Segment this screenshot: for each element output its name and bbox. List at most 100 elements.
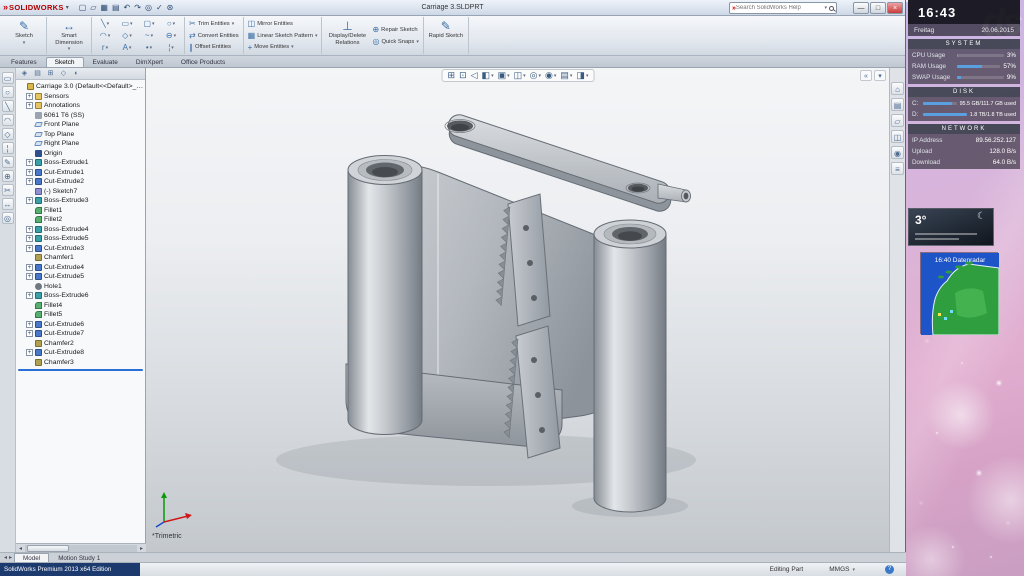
tree-item[interactable]: + Origin xyxy=(16,149,145,159)
dimxpert-manager-tab[interactable]: ◇ xyxy=(57,69,70,79)
expand-icon[interactable]: + xyxy=(26,263,33,271)
solidworks-menu[interactable]: » SOLIDWORKS ▾ xyxy=(3,3,69,13)
command-manager-tab[interactable]: DimXpert xyxy=(127,57,172,67)
expand-icon[interactable]: + xyxy=(26,292,33,300)
rollback-bar[interactable] xyxy=(18,369,143,371)
save-button[interactable]: ▦ xyxy=(98,1,110,14)
tree-horizontal-scrollbar[interactable]: ◂ ▸ xyxy=(16,543,146,552)
centerpoint-arc-icon[interactable]: ◠ ▾ xyxy=(94,30,116,42)
sketch-text-icon[interactable]: A ▾ xyxy=(116,42,138,54)
model-tab[interactable]: Motion Study 1 xyxy=(49,553,109,562)
tree-item[interactable]: + Cut-Extrude4 xyxy=(16,263,145,273)
scroll-right-icon[interactable]: ▸ xyxy=(137,545,146,552)
open-button[interactable]: ▱ xyxy=(88,1,98,14)
model-tab[interactable]: Model xyxy=(14,553,50,562)
smart-dimension-button[interactable]: ↔ Smart Dimension ▾ xyxy=(49,18,89,53)
tree-item[interactable]: + Fillet2 xyxy=(16,215,145,225)
point-icon[interactable]: • ▾ xyxy=(138,42,160,54)
viewport-options-button[interactable]: ▾ xyxy=(874,70,886,81)
ellipse-icon[interactable]: ⊖ ▾ xyxy=(160,30,182,42)
view-settings-icon[interactable]: ◨ ▾ xyxy=(574,70,590,81)
toolbar-dimension-icon[interactable]: ↔ xyxy=(1,198,14,210)
section-view-icon[interactable]: ◧ ▾ xyxy=(480,70,496,81)
maximize-button[interactable]: □ xyxy=(870,2,886,14)
toolbar-point-icon[interactable]: ⊕ xyxy=(1,170,14,182)
display-style-icon[interactable]: ◫ ▾ xyxy=(512,70,528,81)
print-button[interactable]: ▤ xyxy=(110,1,122,14)
rebuild-button[interactable]: ✓ xyxy=(154,1,165,14)
toolbar-arc-icon[interactable]: ◠ xyxy=(1,114,14,126)
tree-item[interactable]: + Boss-Extrude5 xyxy=(16,234,145,244)
tab-scroll-left-icon[interactable]: ◂ xyxy=(4,554,7,561)
tree-item[interactable]: + Chamfer2 xyxy=(16,339,145,349)
solidworks-resources-tab[interactable]: ⌂ xyxy=(891,82,904,95)
options-button[interactable]: ⊛ xyxy=(165,1,176,14)
minimize-button[interactable]: — xyxy=(853,2,869,14)
tree-item[interactable]: + Cut-Extrude6 xyxy=(16,320,145,330)
select-button[interactable]: ◎ xyxy=(143,1,154,14)
toolbar-trim-icon[interactable]: ✂ xyxy=(1,184,14,196)
tree-item[interactable]: + (-) Sketch7 xyxy=(16,187,145,197)
new-document-button[interactable]: ▢ xyxy=(77,1,89,14)
edit-appearance-icon[interactable]: ◉ ▾ xyxy=(543,70,558,81)
toolbar-rectangle-icon[interactable]: ▭ xyxy=(1,72,14,84)
expand-icon[interactable]: + xyxy=(26,349,33,357)
tree-item[interactable]: + Annotations xyxy=(16,101,145,111)
search-icon[interactable] xyxy=(829,5,834,11)
toolbar-circle-icon[interactable]: ○ xyxy=(1,86,14,98)
tree-item[interactable]: + Chamfer1 xyxy=(16,253,145,263)
repair-sketch-button[interactable]: ⊕ Repair Sketch xyxy=(370,24,420,36)
expand-icon[interactable]: + xyxy=(26,330,33,338)
scrollbar-thumb[interactable] xyxy=(27,544,69,552)
tree-item[interactable]: + Cut-Extrude3 xyxy=(16,244,145,254)
search-input[interactable] xyxy=(735,5,825,11)
weather-gadget[interactable]: 3° ☾ xyxy=(908,208,994,246)
expand-icon[interactable]: + xyxy=(26,178,33,186)
search-caret-icon[interactable]: ▾ xyxy=(824,5,827,11)
tree-item[interactable]: + Boss-Extrude6 xyxy=(16,291,145,301)
tree-item[interactable]: + Cut-Extrude5 xyxy=(16,272,145,282)
expand-icon[interactable]: + xyxy=(26,92,33,100)
sketch-fillet-icon[interactable]: r ▾ xyxy=(94,42,116,54)
offset-entities-button[interactable]: ∥ Offset Entities xyxy=(187,41,241,53)
undo-button[interactable]: ↶ xyxy=(122,1,133,14)
expand-icon[interactable]: + xyxy=(26,235,33,243)
view-orientation-icon[interactable]: ▣ ▾ xyxy=(496,70,512,81)
graphics-area[interactable]: ⊞ ▾ ⊡ ▾ ◁ ▾ xyxy=(146,68,890,552)
scroll-left-icon[interactable]: ◂ xyxy=(16,545,25,552)
command-manager-tab[interactable]: Sketch xyxy=(45,57,84,67)
tab-scroll-right-icon[interactable]: ▸ xyxy=(9,554,12,561)
collapse-taskpane-button[interactable]: « xyxy=(860,70,872,81)
expand-icon[interactable]: + xyxy=(26,244,33,252)
expand-icon[interactable]: + xyxy=(26,197,33,205)
zoom-to-area-icon[interactable]: ⊡ ▾ xyxy=(457,70,469,81)
help-search[interactable]: » ▾ xyxy=(729,2,837,14)
tree-item[interactable]: + Front Plane xyxy=(16,120,145,130)
tree-item[interactable]: + Boss-Extrude4 xyxy=(16,225,145,235)
tree-item[interactable]: + Cut-Extrude2 xyxy=(16,177,145,187)
zoom-to-fit-icon[interactable]: ⊞ ▾ xyxy=(446,70,458,81)
apply-scene-icon[interactable]: ▤ ▾ xyxy=(558,70,574,81)
desktop[interactable]: ds 16:43 Freitag 20.06.2015 SYSTEM CPU U… xyxy=(896,0,1024,576)
units-caret-icon[interactable]: ▾ xyxy=(852,567,855,573)
move-entities-button[interactable]: + Move Entities ▾ xyxy=(246,41,320,53)
display-delete-relations-button[interactable]: ⊥ Display/Delete Relations xyxy=(324,18,370,53)
display-manager-tab[interactable]: ◐ xyxy=(70,69,83,79)
toolbar-line-icon[interactable]: ╲ xyxy=(1,100,14,112)
tree-item[interactable]: + Boss-Extrude3 xyxy=(16,196,145,206)
centerline-icon[interactable]: ¦ ▾ xyxy=(160,42,182,54)
expand-icon[interactable]: + xyxy=(26,320,33,328)
sketch-button[interactable]: ✎ Sketch ▾ xyxy=(4,18,44,53)
tree-item[interactable]: + 6061 T6 (SS) xyxy=(16,111,145,121)
help-icon[interactable]: ? xyxy=(885,565,894,574)
sketch-line-icon[interactable]: ╲ ▾ xyxy=(94,18,116,30)
tree-item[interactable]: + Top Plane xyxy=(16,130,145,140)
quick-snaps-button[interactable]: ◎ Quick Snaps ▾ xyxy=(370,36,420,48)
design-library-tab[interactable]: ▤ xyxy=(891,98,904,111)
tree-item[interactable]: + Fillet5 xyxy=(16,310,145,320)
expand-icon[interactable]: + xyxy=(26,159,33,167)
convert-entities-button[interactable]: ⇄ Convert Entities xyxy=(187,30,241,42)
mirror-entities-button[interactable]: ◫ Mirror Entities xyxy=(246,18,320,30)
toolbar-centerline-icon[interactable]: ¦ xyxy=(1,142,14,154)
tree-item[interactable]: + Chamfer3 xyxy=(16,358,145,368)
